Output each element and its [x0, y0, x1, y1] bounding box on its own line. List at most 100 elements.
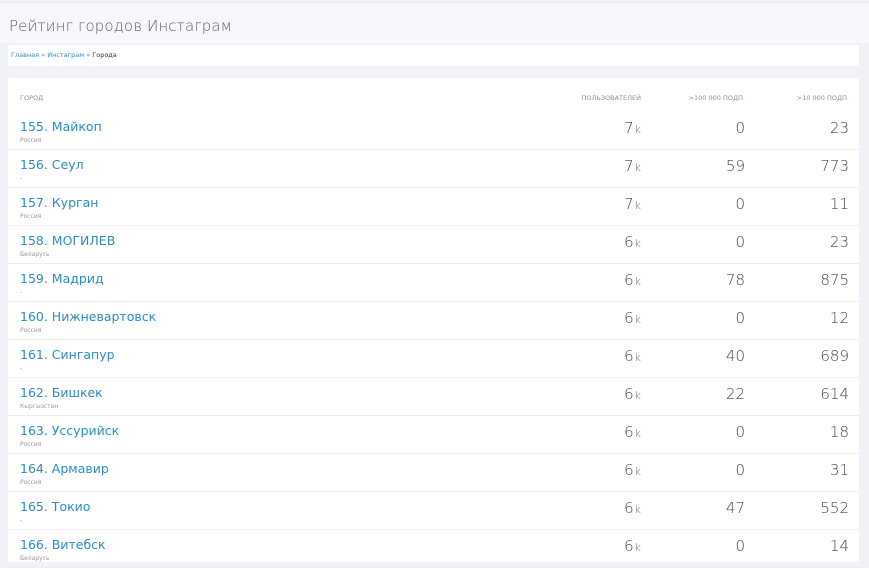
city-link[interactable]: 161. Сингапур	[20, 347, 115, 362]
city-link[interactable]: 156. Сеул	[20, 157, 84, 172]
users-count: 6k	[624, 499, 641, 517]
table-row: 155. Майкоп Россия 7k 0 23	[8, 112, 859, 150]
over-100k-count: 0	[735, 309, 745, 327]
city-link[interactable]: 164. Армавир	[20, 461, 109, 476]
over-100k-count: 0	[735, 119, 745, 137]
breadcrumb-separator: »	[41, 51, 46, 59]
country-label: Беларусь	[20, 555, 50, 562]
over-100k-count: 0	[735, 233, 745, 251]
users-value: 6	[624, 233, 634, 251]
users-value: 6	[624, 385, 634, 403]
page: Рейтинг городов Инстаграм Главная » Инст…	[0, 0, 869, 568]
column-header-over-100k[interactable]: >100 000 ПОДП.	[689, 94, 745, 102]
table-row: 156. Сеул - 7k 59 773	[8, 150, 859, 188]
over-10k-count: 18	[829, 423, 849, 441]
users-unit: k	[634, 351, 641, 364]
breadcrumb-link-home[interactable]: Главная	[11, 51, 39, 59]
users-value: 7	[624, 157, 634, 175]
users-unit: k	[634, 427, 641, 440]
breadcrumb: Главная » Инстаграм » Города	[11, 51, 117, 59]
city-link[interactable]: 159. Мадрид	[20, 271, 104, 286]
country-label: Россия	[20, 137, 42, 144]
country-label: Кыргызстан	[20, 403, 59, 410]
users-unit: k	[634, 275, 641, 288]
breadcrumb-bar: Главная » Инстаграм » Города	[8, 45, 859, 66]
country-label: -	[20, 289, 23, 296]
over-10k-count: 875	[820, 271, 849, 289]
over-100k-count: 0	[735, 537, 745, 555]
over-100k-count: 40	[725, 347, 745, 365]
users-count: 6k	[624, 385, 641, 403]
country-label: Беларусь	[20, 251, 50, 258]
users-value: 6	[624, 499, 634, 517]
over-10k-count: 14	[829, 537, 849, 555]
table-header: ГОРОД ПОЛЬЗОВАТЕЛЕЙ >100 000 ПОДП. >10 0…	[8, 78, 859, 114]
users-unit: k	[634, 503, 641, 516]
country-label: -	[20, 365, 23, 372]
country-label: -	[20, 175, 23, 182]
users-value: 6	[624, 271, 634, 289]
users-value: 6	[624, 423, 634, 441]
city-link[interactable]: 163. Уссурийск	[20, 423, 119, 438]
users-value: 7	[624, 195, 634, 213]
users-count: 7k	[624, 195, 641, 213]
users-count: 7k	[624, 119, 641, 137]
users-value: 6	[624, 309, 634, 327]
users-unit: k	[634, 541, 641, 554]
city-link[interactable]: 166. Витебск	[20, 537, 106, 552]
over-10k-count: 689	[820, 347, 849, 365]
users-count: 6k	[624, 423, 641, 441]
users-count: 7k	[624, 157, 641, 175]
users-count: 6k	[624, 309, 641, 327]
over-10k-count: 23	[829, 119, 849, 137]
city-link[interactable]: 165. Токио	[20, 499, 90, 514]
city-link[interactable]: 160. Нижневартовск	[20, 309, 156, 324]
country-label: Россия	[20, 479, 42, 486]
users-count: 6k	[624, 537, 641, 555]
table-row: 158. МОГИЛЕВ Беларусь 6k 0 23	[8, 226, 859, 264]
users-unit: k	[634, 237, 641, 250]
users-count: 6k	[624, 347, 641, 365]
users-unit: k	[634, 123, 641, 136]
country-label: Россия	[20, 213, 42, 220]
over-10k-count: 23	[829, 233, 849, 251]
table-row: 157. Курган Россия 7k 0 11	[8, 188, 859, 226]
city-ranking-table: ГОРОД ПОЛЬЗОВАТЕЛЕЙ >100 000 ПОДП. >10 0…	[8, 78, 859, 568]
over-10k-count: 31	[829, 461, 849, 479]
city-link[interactable]: 162. Бишкек	[20, 385, 103, 400]
users-unit: k	[634, 313, 641, 326]
over-100k-count: 22	[725, 385, 745, 403]
over-100k-count: 78	[725, 271, 745, 289]
column-header-over-10k[interactable]: >10 000 ПОДП.	[797, 94, 849, 102]
users-unit: k	[634, 161, 641, 174]
table-row: 159. Мадрид - 6k 78 875	[8, 264, 859, 302]
over-10k-count: 552	[820, 499, 849, 517]
table-row: 160. Нижневартовск Россия 6k 0 12	[8, 302, 859, 340]
title-bar: Рейтинг городов Инстаграм	[0, 2, 869, 43]
users-value: 6	[624, 461, 634, 479]
over-10k-count: 773	[820, 157, 849, 175]
table-row: 163. Уссурийск Россия 6k 0 18	[8, 416, 859, 454]
users-count: 6k	[624, 461, 641, 479]
over-100k-count: 0	[735, 195, 745, 213]
country-label: Россия	[20, 441, 42, 448]
users-unit: k	[634, 389, 641, 402]
users-unit: k	[634, 465, 641, 478]
users-value: 6	[624, 347, 634, 365]
over-100k-count: 0	[735, 423, 745, 441]
table-row: 162. Бишкек Кыргызстан 6k 22 614	[8, 378, 859, 416]
table-row: 165. Токио - 6k 47 552	[8, 492, 859, 530]
over-100k-count: 47	[725, 499, 745, 517]
column-header-city[interactable]: ГОРОД	[20, 94, 43, 102]
over-100k-count: 0	[735, 461, 745, 479]
city-link[interactable]: 155. Майкоп	[20, 119, 102, 134]
over-100k-count: 59	[725, 157, 745, 175]
over-10k-count: 11	[829, 195, 849, 213]
city-link[interactable]: 158. МОГИЛЕВ	[20, 233, 115, 248]
city-link[interactable]: 157. Курган	[20, 195, 98, 210]
country-label: -	[20, 517, 23, 524]
country-label: Россия	[20, 327, 42, 334]
column-header-users[interactable]: ПОЛЬЗОВАТЕЛЕЙ	[582, 94, 641, 102]
breadcrumb-link-instagram[interactable]: Инстаграм	[47, 51, 84, 59]
table-row: 166. Витебск Беларусь 6k 0 14	[8, 530, 859, 568]
